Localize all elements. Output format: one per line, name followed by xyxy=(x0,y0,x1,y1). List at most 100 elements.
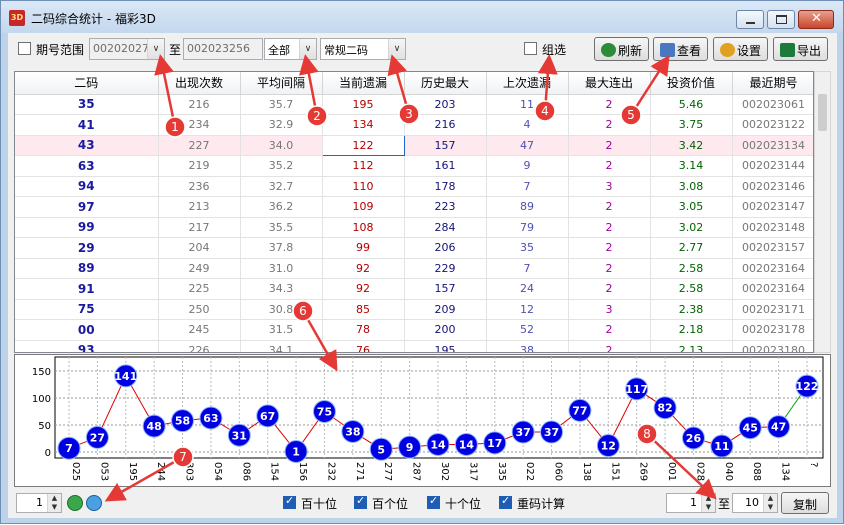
minimize-icon xyxy=(746,22,755,24)
table-cell: 109 xyxy=(322,196,405,218)
option-label: 百个位 xyxy=(372,497,409,511)
close-button[interactable]: ✕ xyxy=(798,10,834,29)
spinner-arrows-icon[interactable]: ▲ ▼ xyxy=(701,494,715,512)
range-start-spinner[interactable]: 1 ▲ ▼ xyxy=(666,493,716,513)
table-row[interactable]: 91 225 34.3 92 157 24 2 2.58 002023164 xyxy=(15,278,813,300)
title-bar[interactable]: 3D 二码综合统计 - 福彩3D ✕ xyxy=(1,1,843,33)
column-header[interactable]: 投资价值 xyxy=(650,72,733,95)
spinner-arrows-icon[interactable]: ▲ ▼ xyxy=(47,494,61,512)
export-button[interactable]: 导出 xyxy=(773,37,828,61)
up-arrow-icon[interactable] xyxy=(86,495,102,511)
column-header[interactable]: 上次遗漏 xyxy=(486,72,569,95)
table-cell: 2.13 xyxy=(650,340,733,352)
table-row[interactable]: 43 227 34.0 122 157 47 2 3.42 002023134 xyxy=(15,134,813,156)
settings-button[interactable]: 设置 xyxy=(713,37,768,61)
table-cell: 2.38 xyxy=(650,299,733,320)
option-checkbox-bai-shi[interactable] xyxy=(283,494,296,509)
option-checkbox-bai-ge[interactable] xyxy=(354,494,367,509)
type-combo[interactable]: 常规二码 ∨ xyxy=(320,38,406,60)
table-cell: 206 xyxy=(404,237,487,259)
option-checkbox-shi-ge[interactable] xyxy=(427,494,440,509)
table-row[interactable]: 75 250 30.8 85 209 12 3 2.38 002023171 xyxy=(15,299,813,320)
group-select-checkbox[interactable] xyxy=(524,42,537,55)
table-cell: 34.1 xyxy=(240,340,323,352)
view-button[interactable]: 查看 xyxy=(653,37,708,61)
column-header[interactable]: 最近期号 xyxy=(732,72,813,95)
type-value: 常规二码 xyxy=(324,44,368,57)
data-label: 82 xyxy=(657,402,672,415)
column-header[interactable]: 出现次数 xyxy=(158,72,241,95)
column-header[interactable]: 平均间隔 xyxy=(240,72,323,95)
table-row[interactable]: 41 234 32.9 134 216 4 2 3.75 002023122 xyxy=(15,114,813,136)
table-cell: 209 xyxy=(404,299,487,320)
column-header[interactable]: 历史最大 xyxy=(404,72,487,95)
table-cell: 3 xyxy=(568,176,651,197)
table-cell: 79 xyxy=(486,217,569,238)
range-end-spinner[interactable]: 10 ▲ ▼ xyxy=(732,493,778,513)
copy-button[interactable]: 复制 xyxy=(781,492,829,514)
spinner-arrows-icon[interactable]: ▲ ▼ xyxy=(763,494,777,512)
x-tick-label: 317 xyxy=(467,462,478,481)
table-row[interactable]: 93 226 34.1 76 195 38 2 2.13 002023180 xyxy=(15,340,813,352)
table-cell: 93 xyxy=(15,340,159,352)
filter-combo[interactable]: 全部 ∨ xyxy=(264,38,317,60)
table-row[interactable]: 35 216 35.7 195 203 11 2 5.46 002023061 xyxy=(15,94,813,115)
column-header[interactable]: 二码 xyxy=(15,72,159,95)
table-cell: 92 xyxy=(322,258,405,279)
table-row[interactable]: 97 213 36.2 109 223 89 2 3.05 002023147 xyxy=(15,196,813,218)
settings-label: 设置 xyxy=(736,44,761,58)
column-header[interactable]: 最大连出 xyxy=(568,72,651,95)
table-cell: 00 xyxy=(15,319,159,341)
table-cell: 219 xyxy=(158,155,241,177)
period-start-combo[interactable]: 002020272 ∨ xyxy=(89,38,165,60)
table-cell: 31.5 xyxy=(240,319,323,341)
data-label: 38 xyxy=(345,425,360,438)
table-row[interactable]: 00 245 31.5 78 200 52 2 2.18 002023178 xyxy=(15,319,813,341)
scrollbar-thumb[interactable] xyxy=(818,94,827,131)
table-cell: 236 xyxy=(158,176,241,197)
chevron-down-icon: ∨ xyxy=(147,39,164,59)
data-label: 45 xyxy=(743,422,758,435)
client-area: 期号范围 002020272 ∨ 至 002023256 全部 ∨ 常规二码 ∨… xyxy=(8,33,837,518)
period-end-combo[interactable]: 002023256 xyxy=(183,38,263,60)
table-cell: 002023122 xyxy=(732,114,813,136)
table-cell: 234 xyxy=(158,114,241,136)
x-tick-label: 134 xyxy=(780,462,791,481)
green-circle-icon[interactable] xyxy=(67,495,83,511)
data-label: 67 xyxy=(260,410,275,423)
table-row[interactable]: 89 249 31.0 92 229 7 2 2.58 002023164 xyxy=(15,258,813,279)
x-tick-label: 156 xyxy=(297,462,308,481)
option-checkbox-repeat[interactable] xyxy=(499,494,512,509)
x-tick-label: 269 xyxy=(638,462,649,481)
data-label: 26 xyxy=(686,432,702,445)
data-label: 7 xyxy=(65,442,73,455)
x-tick-label: 086 xyxy=(240,462,251,481)
statistics-table[interactable]: 二码 出现次数 平均间隔 当前遗漏 历史最大 上次遗漏 最大连出 投资价值 最近… xyxy=(14,71,814,353)
data-label: 12 xyxy=(601,440,616,453)
table-cell: 112 xyxy=(322,155,405,177)
page-spinner[interactable]: 1 ▲ ▼ xyxy=(16,493,62,513)
table-row[interactable]: 99 217 35.5 108 284 79 2 3.02 002023148 xyxy=(15,217,813,238)
table-cell: 3.75 xyxy=(650,114,733,136)
refresh-button[interactable]: 刷新 xyxy=(594,37,649,61)
period-range-checkbox[interactable] xyxy=(18,42,31,55)
maximize-button[interactable] xyxy=(767,10,795,29)
table-scrollbar[interactable] xyxy=(814,71,831,353)
x-tick-label: 302 xyxy=(439,462,450,481)
table-cell: 34.3 xyxy=(240,278,323,300)
table-cell: 76 xyxy=(322,340,405,352)
table-cell: 108 xyxy=(322,217,405,238)
table-cell: 157 xyxy=(404,135,487,156)
x-tick-label: 025 xyxy=(70,462,81,481)
data-label: 9 xyxy=(406,441,414,454)
view-label: 查看 xyxy=(676,44,701,58)
table-row[interactable]: 94 236 32.7 110 178 7 3 3.08 002023146 xyxy=(15,176,813,197)
table-row[interactable]: 29 204 37.8 99 206 35 2 2.77 002023157 xyxy=(15,237,813,259)
chevron-down-icon: ∨ xyxy=(388,39,405,59)
table-cell: 2 xyxy=(568,340,651,352)
chevron-down-icon: ∨ xyxy=(299,39,316,59)
data-label: 77 xyxy=(572,404,587,417)
minimize-button[interactable] xyxy=(736,10,764,29)
column-header[interactable]: 当前遗漏 xyxy=(322,72,405,95)
table-row[interactable]: 63 219 35.2 112 161 9 2 3.14 002023144 xyxy=(15,155,813,177)
